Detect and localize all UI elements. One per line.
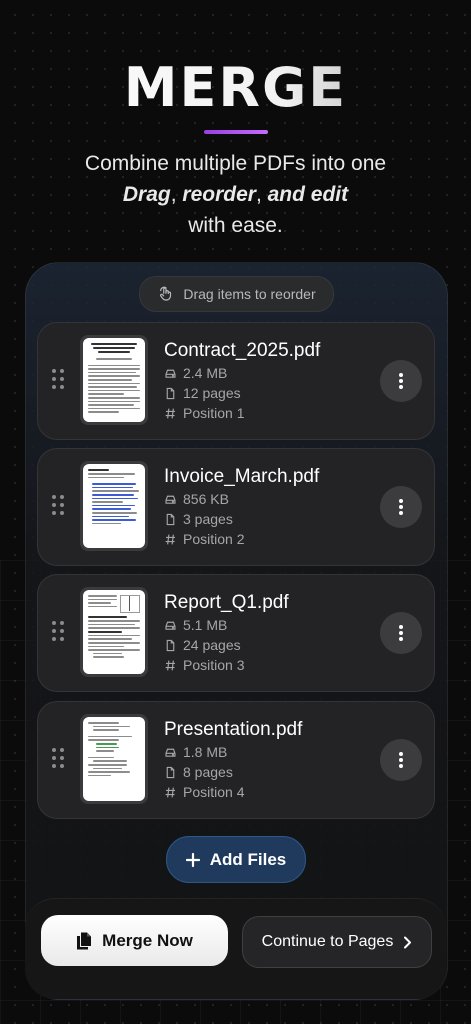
- documents-icon: [77, 932, 92, 949]
- file-name: Report_Q1.pdf: [164, 592, 289, 613]
- page-title: MERGE: [0, 56, 471, 120]
- file-size-row: 2.4 MB: [164, 364, 320, 384]
- chevron-right-icon: [404, 936, 412, 948]
- document-icon: [166, 513, 175, 525]
- pdf-thumbnail: [80, 461, 148, 551]
- file-size: 856 KB: [183, 491, 229, 508]
- position-row: Position 3: [164, 656, 289, 676]
- file-card[interactable]: Contract_2025.pdf 2.4 MB 12 pages Positi…: [37, 322, 435, 440]
- more-options-button[interactable]: [380, 739, 422, 781]
- hand-pointer-icon: [160, 286, 172, 301]
- continue-label: Continue to Pages: [261, 933, 394, 950]
- drive-icon: [165, 748, 176, 757]
- file-name: Contract_2025.pdf: [164, 340, 321, 361]
- more-vertical-icon: [399, 752, 403, 768]
- file-card[interactable]: Report_Q1.pdf 5.1 MB 24 pages Position 3: [37, 574, 435, 692]
- position-label: Position 4: [183, 784, 245, 801]
- drive-icon: [165, 495, 176, 504]
- more-vertical-icon: [399, 373, 403, 389]
- file-size: 1.8 MB: [183, 744, 228, 761]
- page-count: 12 pages: [183, 385, 241, 402]
- position-label: Position 1: [183, 405, 245, 422]
- page-count: 3 pages: [183, 511, 233, 528]
- pdf-thumbnail: [80, 587, 148, 677]
- drag-handle-icon[interactable]: [52, 621, 66, 643]
- drag-handle-icon[interactable]: [52, 748, 66, 770]
- drag-handle-icon[interactable]: [52, 369, 66, 391]
- position-row: Position 1: [164, 404, 320, 424]
- hero-section: MERGE Combine multiple PDFs into one Dra…: [0, 56, 471, 241]
- file-size-row: 1.8 MB: [164, 743, 302, 763]
- more-options-button[interactable]: [380, 612, 422, 654]
- more-options-button[interactable]: [380, 486, 422, 528]
- page-count-row: 3 pages: [164, 510, 319, 530]
- reorder-hint-label: Drag items to reorder: [183, 286, 316, 302]
- file-size: 5.1 MB: [183, 617, 228, 634]
- add-files-label: Add Files: [209, 849, 287, 869]
- hashtag-icon: [165, 787, 175, 798]
- page-count: 24 pages: [183, 637, 241, 654]
- file-name: Presentation.pdf: [164, 719, 303, 740]
- file-size-row: 856 KB: [164, 490, 319, 510]
- drive-icon: [165, 621, 176, 630]
- page-count-row: 24 pages: [164, 636, 289, 656]
- page-count-row: 12 pages: [164, 384, 320, 404]
- file-card[interactable]: Presentation.pdf 1.8 MB 8 pages Position…: [37, 701, 435, 819]
- drive-icon: [165, 369, 176, 378]
- subtitle-line-3: with ease.: [188, 214, 283, 237]
- pdf-thumbnail: [80, 335, 148, 425]
- subtitle-comma-1: ,: [170, 183, 183, 206]
- subtitle-line-2: Drag, reorder, and edit: [0, 179, 471, 210]
- file-name: Invoice_March.pdf: [164, 466, 320, 487]
- position-row: Position 2: [164, 530, 319, 550]
- subtitle-reorder: reorder: [182, 183, 256, 206]
- merge-now-label: Merge Now: [102, 930, 193, 950]
- more-vertical-icon: [399, 499, 403, 515]
- pdf-thumbnail: [80, 714, 148, 804]
- hashtag-icon: [165, 408, 175, 419]
- plus-icon: [185, 852, 200, 867]
- file-card[interactable]: Invoice_March.pdf 856 KB 3 pages Positio…: [37, 448, 435, 566]
- subtitle-comma-2: ,: [255, 183, 268, 206]
- hashtag-icon: [165, 660, 175, 671]
- file-size-row: 5.1 MB: [164, 616, 289, 636]
- title-accent-bar: [203, 130, 268, 134]
- add-files-button[interactable]: Add Files: [166, 836, 306, 883]
- continue-to-pages-button[interactable]: Continue to Pages: [242, 916, 432, 968]
- reorder-hint-pill: Drag items to reorder: [139, 276, 334, 312]
- more-vertical-icon: [399, 625, 403, 641]
- position-row: Position 4: [164, 783, 302, 803]
- more-options-button[interactable]: [380, 360, 422, 402]
- document-icon: [166, 766, 175, 778]
- position-label: Position 2: [183, 531, 245, 548]
- merge-now-button[interactable]: Merge Now: [41, 915, 228, 966]
- position-label: Position 3: [183, 657, 245, 674]
- hero-subtitle: Combine multiple PDFs into one Drag, reo…: [0, 148, 471, 241]
- subtitle-drag: Drag: [122, 183, 171, 206]
- subtitle-and-edit: and edit: [267, 183, 349, 206]
- hashtag-icon: [165, 534, 175, 545]
- document-icon: [166, 639, 175, 651]
- document-icon: [166, 387, 175, 399]
- subtitle-line-1: Combine multiple PDFs into one: [84, 152, 387, 175]
- file-size: 2.4 MB: [183, 365, 228, 382]
- page-count-row: 8 pages: [164, 763, 302, 783]
- page-count: 8 pages: [183, 764, 233, 781]
- drag-handle-icon[interactable]: [52, 495, 66, 517]
